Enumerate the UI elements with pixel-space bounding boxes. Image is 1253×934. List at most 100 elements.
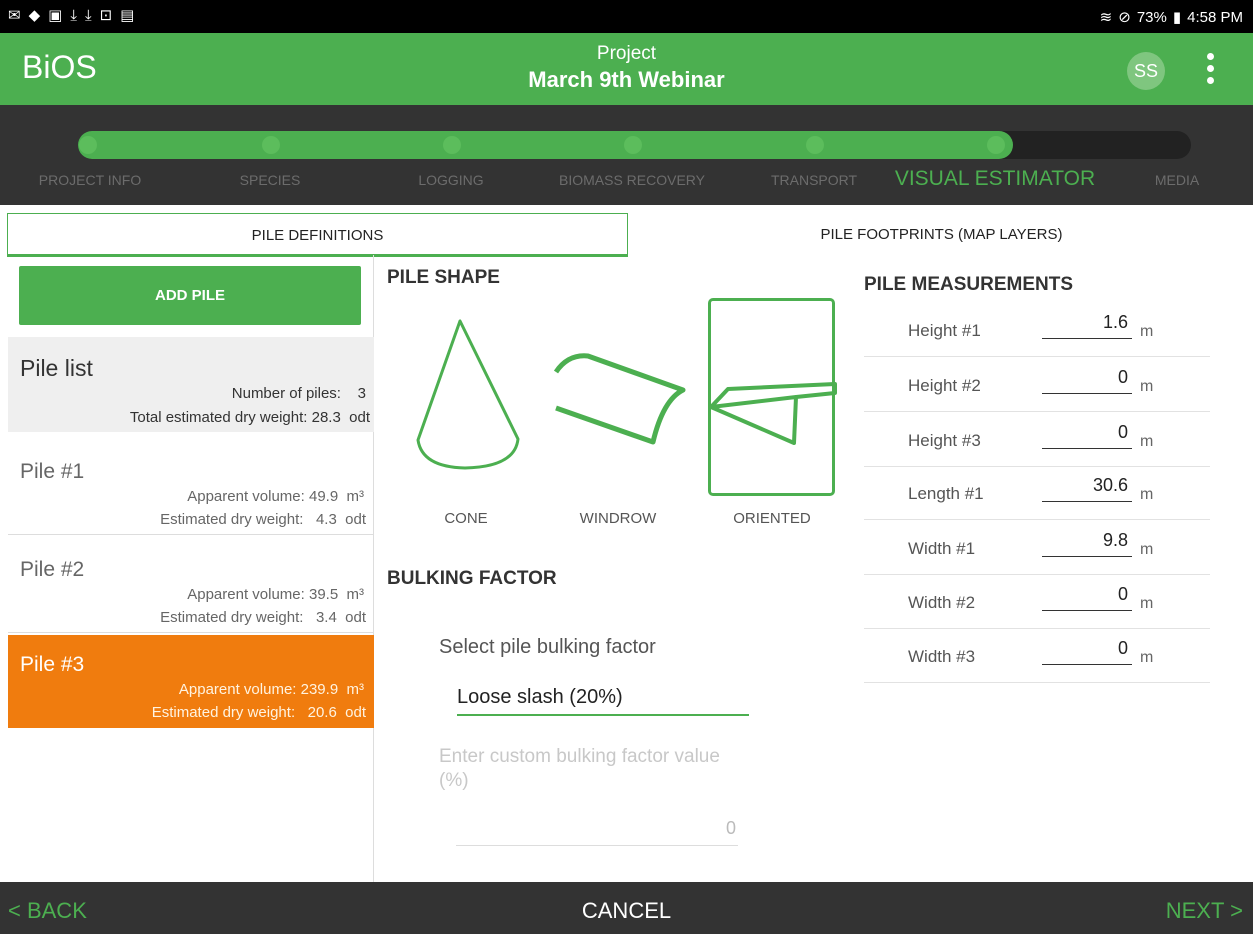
pile-list-summary: Pile list Number of piles: 3 Total estim…	[8, 337, 374, 432]
measurement-label: Width #3	[908, 647, 976, 666]
measurement-input[interactable]: 0	[1042, 367, 1132, 394]
pile-name: Pile #3	[20, 653, 85, 676]
bulking-factor-select[interactable]: Loose slash (20%)	[457, 686, 749, 716]
cone-shape-icon[interactable]	[410, 315, 525, 475]
status-bar: ✉ ◆ ▣ ⤓ ⤓ ⊡ ▤ ≋ ⊘ 73% ▮ 4:58 PM	[0, 0, 1253, 33]
pile-list-panel: ADD PILE Pile list Number of piles: 3 To…	[0, 255, 374, 882]
measurement-unit: m	[1140, 323, 1154, 340]
project-header: Project March 9th Webinar	[0, 43, 1253, 93]
total-dry-weight: Total estimated dry weight: 28.3 odt	[129, 409, 370, 426]
step-transport[interactable]: TRANSPORT	[771, 172, 857, 188]
windrow-shape-icon[interactable]	[553, 350, 688, 450]
measurement-row-height-2: Height #2 0 m	[864, 357, 1210, 412]
cone-label[interactable]: CONE	[444, 510, 487, 527]
oriented-label[interactable]: ORIENTED	[733, 510, 811, 527]
bottom-nav-bar: < BACK CANCEL NEXT >	[0, 882, 1253, 934]
measurement-label: Height #3	[908, 431, 981, 450]
pile-list-item[interactable]: Pile #2 Apparent volume: 39.5 m³ Estimat…	[8, 540, 374, 633]
step-logging[interactable]: LOGGING	[418, 172, 483, 188]
step-dot-biomass-recovery[interactable]	[624, 136, 642, 154]
step-project-info[interactable]: PROJECT INFO	[39, 172, 141, 188]
pile-list-title: Pile list	[20, 355, 93, 381]
mail-icon: ✉	[8, 7, 21, 24]
measurement-unit: m	[1140, 541, 1154, 558]
download-icon: ⤓	[70, 7, 77, 24]
custom-bulking-label: Enter custom bulking factor value (%)	[439, 746, 720, 791]
measurement-unit: m	[1140, 486, 1154, 503]
user-avatar[interactable]: SS	[1127, 52, 1165, 90]
measurement-input[interactable]: 0	[1042, 638, 1132, 665]
measurement-unit: m	[1140, 649, 1154, 666]
pile-dry-weight: Estimated dry weight: 4.3 odt	[160, 511, 366, 528]
stepper-progress	[78, 131, 1013, 159]
do-not-disturb-icon: ⊘	[1118, 9, 1131, 26]
measurement-row-length-1: Length #1 30.6 m	[864, 465, 1210, 520]
pile-list-item[interactable]: Pile #1 Apparent volume: 49.9 m³ Estimat…	[8, 442, 374, 535]
step-dot-visual-estimator[interactable]	[987, 136, 1005, 154]
step-visual-estimator[interactable]: VISUAL ESTIMATOR	[895, 167, 1095, 191]
bulking-factor-title: BULKING FACTOR	[387, 568, 557, 589]
step-media[interactable]: MEDIA	[1155, 172, 1199, 188]
measurement-unit: m	[1140, 378, 1154, 395]
measurement-label: Height #2	[908, 376, 981, 395]
cancel-button[interactable]: CANCEL	[0, 898, 1253, 924]
clock: 4:58 PM	[1187, 8, 1243, 26]
pile-volume: Apparent volume: 49.9 m³	[187, 488, 364, 505]
measurement-unit: m	[1140, 595, 1154, 612]
pile-dry-weight: Estimated dry weight: 20.6 odt	[151, 704, 366, 721]
measurement-unit: m	[1140, 433, 1154, 450]
overflow-menu-icon[interactable]	[1200, 49, 1220, 93]
step-species[interactable]: SPECIES	[240, 172, 301, 188]
battery-icon: ▮	[1172, 9, 1182, 26]
measurement-label: Width #2	[908, 593, 976, 612]
measurement-label: Length #1	[908, 484, 984, 503]
wifi-icon: ≋	[1099, 9, 1113, 26]
project-name: March 9th Webinar	[528, 67, 725, 92]
pile-shape-title: PILE SHAPE	[387, 267, 500, 288]
step-dot-transport[interactable]	[806, 136, 824, 154]
workflow-stepper: PROJECT INFO SPECIES LOGGING BIOMASS REC…	[0, 105, 1253, 205]
measurement-input[interactable]: 9.8	[1042, 530, 1132, 557]
windrow-label[interactable]: WINDROW	[580, 510, 657, 527]
measurement-input[interactable]: 0	[1042, 584, 1132, 611]
pile-name: Pile #2	[20, 558, 85, 581]
measurement-label: Height #1	[908, 321, 981, 340]
measurement-row-width-2: Width #2 0 m	[864, 574, 1210, 629]
step-dot-logging[interactable]	[443, 136, 461, 154]
pile-list-item-selected[interactable]: Pile #3 Apparent volume: 239.9 m³ Estima…	[8, 635, 374, 728]
app-bar: BiOS Project March 9th Webinar SS	[0, 33, 1253, 105]
pile-volume: Apparent volume: 39.5 m³	[187, 586, 364, 603]
lock-wifi-icon: ⊡	[99, 7, 113, 24]
status-right: ≋ ⊘ 73% ▮ 4:58 PM	[1099, 8, 1243, 27]
step-biomass-recovery[interactable]: BIOMASS RECOVERY	[559, 172, 705, 188]
step-dot-project-info[interactable]	[79, 136, 97, 154]
measurement-input[interactable]: 0	[1042, 422, 1132, 449]
image-icon: ▣	[48, 7, 63, 24]
tab-pile-footprints[interactable]: PILE FOOTPRINTS (MAP LAYERS)	[630, 213, 1253, 257]
pile-volume: Apparent volume: 239.9 m³	[178, 681, 364, 698]
measurement-row-width-3: Width #3 0 m	[864, 628, 1210, 683]
pile-dry-weight: Estimated dry weight: 3.4 odt	[160, 609, 366, 626]
measurement-label: Width #1	[908, 539, 976, 558]
measurement-input[interactable]: 30.6	[1042, 475, 1132, 502]
bulking-factor-label: Select pile bulking factor	[439, 636, 656, 658]
bag-icon: ◆	[28, 7, 41, 24]
measurement-input[interactable]: 1.6	[1042, 312, 1132, 339]
download-icon: ⤓	[84, 7, 92, 24]
custom-bulking-input[interactable]: 0	[456, 818, 738, 846]
measurement-row-width-1: Width #1 9.8 m	[864, 520, 1210, 575]
next-button[interactable]: NEXT >	[1166, 898, 1243, 924]
measurement-row-height-1: Height #1 1.6 m	[864, 302, 1210, 357]
oriented-shape-icon[interactable]	[708, 375, 838, 450]
tab-pile-definitions[interactable]: PILE DEFINITIONS	[7, 213, 628, 257]
tab-bar: PILE DEFINITIONS PILE FOOTPRINTS (MAP LA…	[0, 205, 1253, 257]
battery-percent: 73%	[1136, 8, 1167, 26]
add-pile-button[interactable]: ADD PILE	[19, 266, 361, 325]
pile-count: Number of piles: 3	[231, 385, 366, 402]
measurement-row-height-3: Height #3 0 m	[864, 412, 1210, 467]
project-label: Project	[596, 43, 657, 64]
file-icon: ▤	[120, 7, 135, 24]
pile-name: Pile #1	[20, 460, 85, 483]
step-dot-species[interactable]	[262, 136, 280, 154]
notification-icons: ✉ ◆ ▣ ⤓ ⤓ ⊡ ▤	[8, 7, 134, 25]
